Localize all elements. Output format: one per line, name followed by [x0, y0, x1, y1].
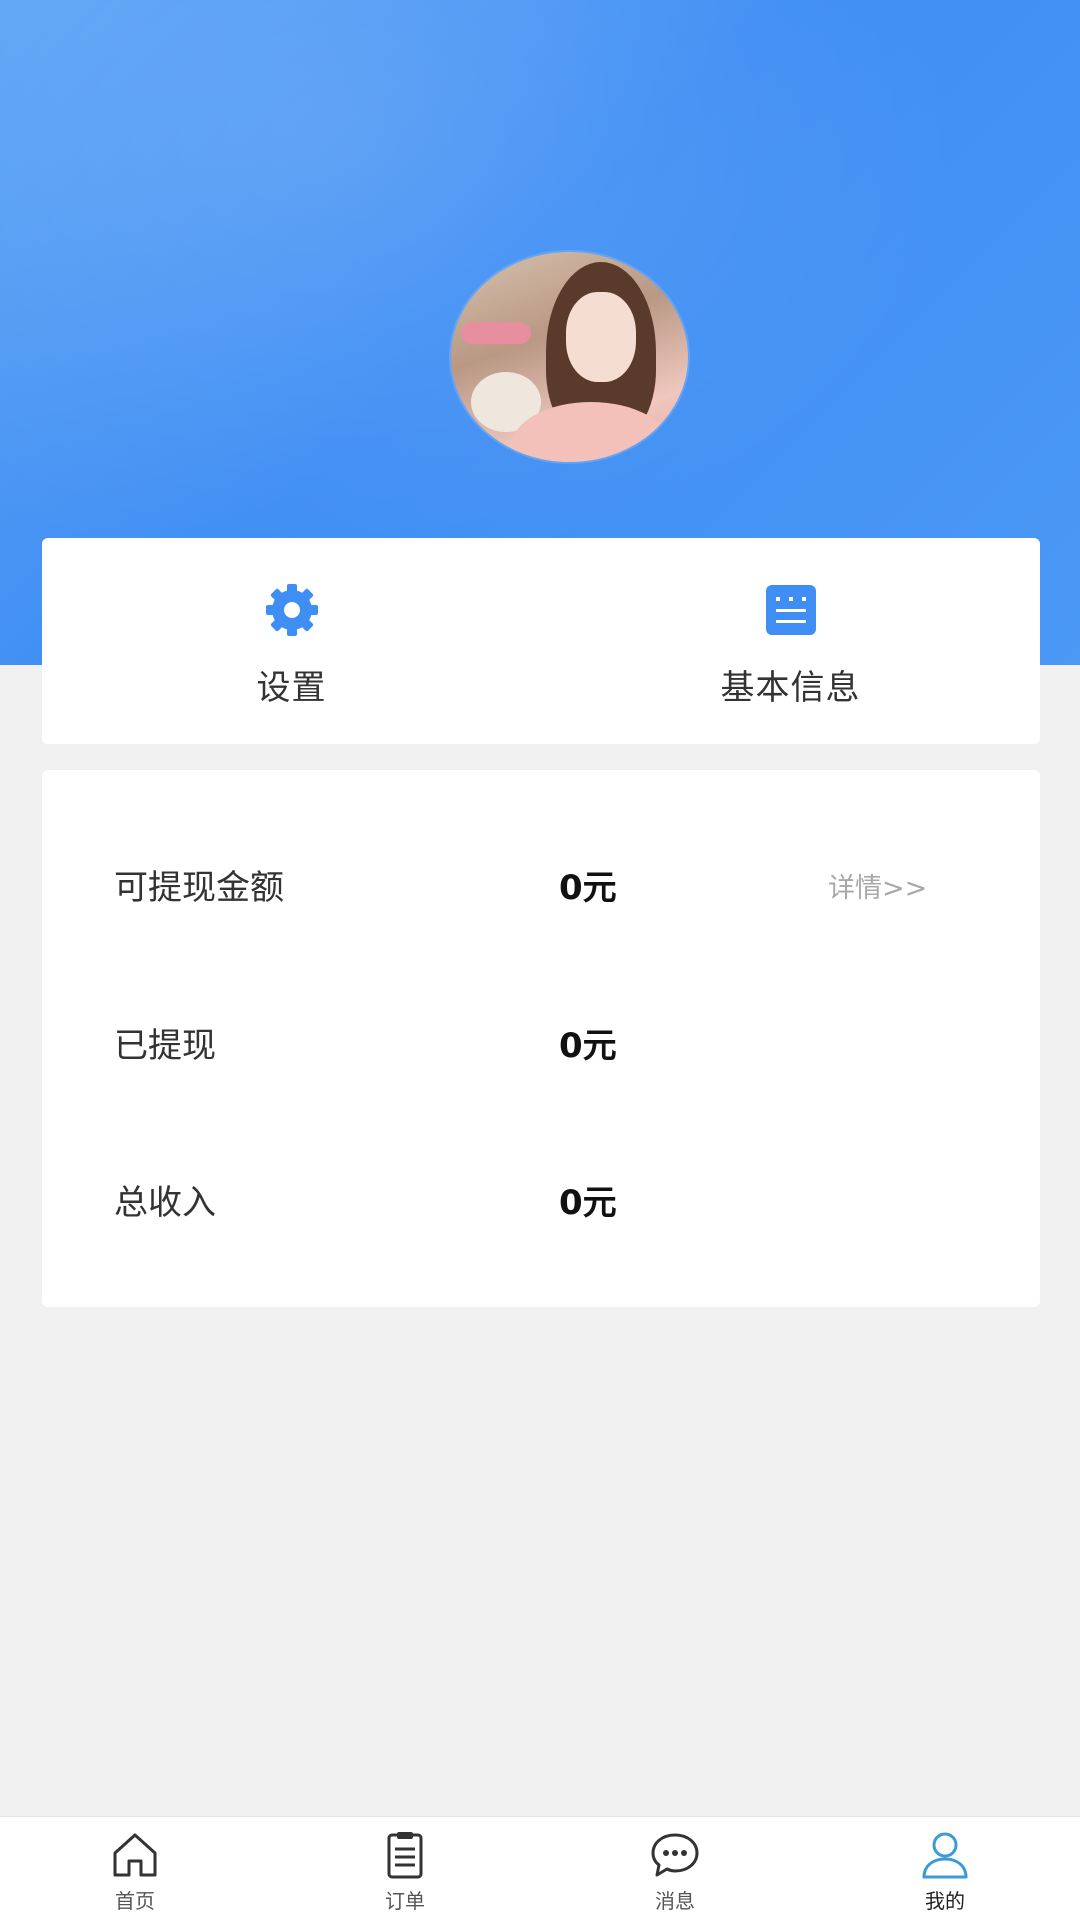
withdrawn-row: 已提现 0元 [42, 1000, 1040, 1080]
tab-home[interactable]: 首页 [0, 1817, 270, 1921]
home-icon [113, 1833, 157, 1877]
total-income-value: 0元 [559, 1183, 617, 1223]
withdrawable-row [42, 1615, 1040, 1695]
tab-orders-label: 订单 [385, 1889, 425, 1913]
tab-messages[interactable]: 消息 [540, 1817, 810, 1921]
total-income-row: 总收入 0元 [42, 1157, 1040, 1237]
settings-button[interactable]: 设置 [42, 538, 541, 744]
settings-label: 设置 [256, 668, 327, 708]
total-income-label: 总收入 [114, 1183, 216, 1223]
withdrawable-value: 0元 [559, 868, 617, 908]
withdrawable-label: 可提现金额 [114, 868, 284, 908]
document-icon [765, 585, 816, 635]
basic-info-label: 基本信息 [720, 668, 861, 708]
avatar[interactable] [451, 252, 688, 462]
quick-actions-card: 设置 基本信息 [42, 538, 1040, 744]
tab-orders[interactable]: 订单 [270, 1817, 540, 1921]
gear-icon [265, 584, 318, 636]
tab-mine-label: 我的 [925, 1889, 965, 1913]
tab-home-label: 首页 [115, 1889, 155, 1913]
basic-info-button[interactable]: 基本信息 [541, 538, 1040, 744]
details-link[interactable]: 详情>> [828, 866, 927, 905]
tab-messages-label: 消息 [655, 1889, 695, 1913]
person-icon [922, 1832, 968, 1879]
bottom-tab-bar: 首页 订单 消息 我的 [0, 1816, 1080, 1921]
withdrawn-value: 0元 [559, 1026, 617, 1066]
withdrawn-label: 已提现 [114, 1026, 216, 1066]
clipboard-icon [387, 1832, 423, 1879]
withdrawable-row: 可提现金额 0元 详情>> [42, 842, 1040, 922]
tab-mine[interactable]: 我的 [810, 1817, 1080, 1921]
chat-bubble-icon [651, 1833, 699, 1877]
